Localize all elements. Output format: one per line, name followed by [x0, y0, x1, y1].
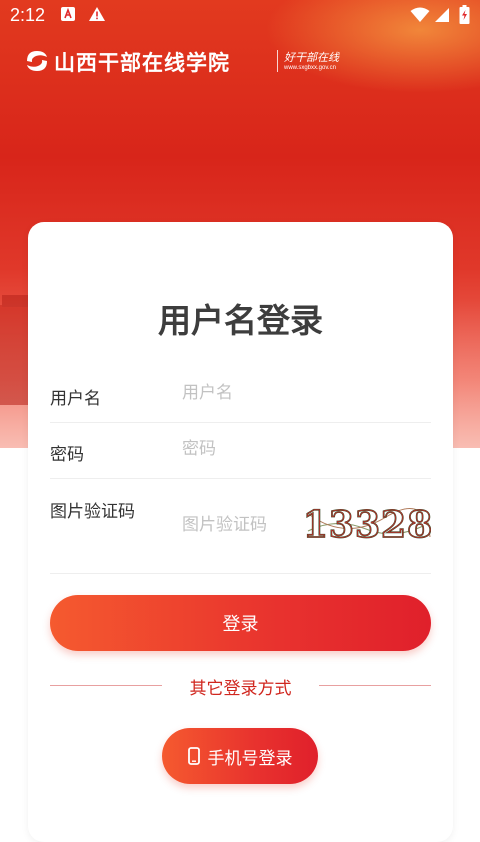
captcha-label: 图片验证码 — [50, 502, 135, 522]
site-slogan: 好干部在线 — [284, 51, 339, 64]
site-url: www.sxgbxx.gov.cn — [284, 65, 336, 71]
password-input[interactable] — [182, 439, 292, 459]
phone-icon — [187, 747, 200, 765]
password-row: 密码 — [50, 423, 431, 479]
signal-icon — [434, 7, 450, 28]
logo-divider — [277, 50, 278, 72]
phone-login-label: 手机号登录 — [207, 748, 293, 769]
captcha-input[interactable] — [182, 515, 302, 535]
username-label: 用户名 — [50, 389, 101, 409]
wifi-icon — [410, 7, 430, 28]
battery-icon — [459, 5, 470, 29]
login-card: 用户名登录 用户名 密码 图片验证码 13328 13328 登录 其它登录方式… — [28, 222, 453, 842]
login-button[interactable]: 登录 — [50, 595, 431, 651]
phone-login-button[interactable]: 手机号登录 — [162, 728, 318, 784]
captcha-row: 图片验证码 13328 13328 — [50, 479, 431, 574]
password-label: 密码 — [50, 445, 84, 465]
warning-icon — [88, 6, 106, 27]
username-row: 用户名 — [50, 367, 431, 423]
a-badge-icon — [60, 6, 76, 27]
status-time: 2:12 — [10, 5, 46, 25]
logo-mark-icon — [27, 51, 47, 71]
site-name: 山西干部在线学院 — [54, 51, 230, 75]
status-bar: 2:12 — [0, 0, 480, 32]
divider-line-right — [319, 685, 431, 686]
captcha-code-shadow: 13328 — [306, 504, 431, 546]
other-methods-label: 其它登录方式 — [189, 679, 292, 699]
page-title: 用户名登录 — [158, 301, 323, 340]
captcha-image[interactable]: 13328 13328 — [306, 497, 431, 551]
other-methods-divider: 其它登录方式 — [50, 674, 431, 699]
username-input[interactable] — [182, 383, 292, 403]
